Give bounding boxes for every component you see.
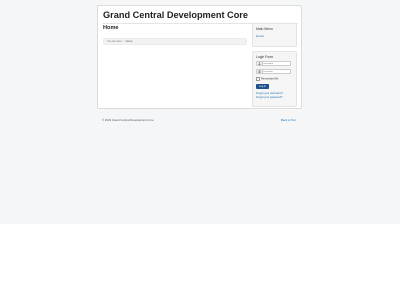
username-field[interactable] xyxy=(256,61,291,66)
password-field[interactable] xyxy=(256,69,291,74)
footer-copyright: © 2023 Grand Central Development Core xyxy=(102,118,154,122)
site-title[interactable]: Grand Central Development Core xyxy=(103,10,248,20)
remember-me[interactable]: Remember Me xyxy=(256,77,278,81)
breadcrumb-current: Home xyxy=(125,40,133,43)
login-form-title: Login Form xyxy=(256,55,274,59)
main-menu-module: Main Menu Home xyxy=(252,23,297,47)
remember-me-checkbox[interactable] xyxy=(256,77,260,81)
breadcrumb: You are here: Home xyxy=(103,38,247,45)
back-to-top-link[interactable]: Back to Top xyxy=(281,118,296,122)
username-input[interactable] xyxy=(263,62,290,65)
page-title: Home xyxy=(103,25,119,31)
remember-me-label: Remember Me xyxy=(261,77,279,81)
login-button[interactable]: Log in xyxy=(256,84,269,89)
breadcrumb-prefix: You are here: xyxy=(107,40,123,43)
main-menu-title: Main Menu xyxy=(256,27,273,31)
login-form-module: Login Form Remember Me Log in xyxy=(252,51,297,107)
menu-item-home[interactable]: Home xyxy=(256,34,264,38)
forgot-password-link[interactable]: Forgot your password? xyxy=(256,96,283,99)
body-wrapper: Grand Central Development Core Home You … xyxy=(97,5,302,109)
forgot-username-link[interactable]: Forgot your username? xyxy=(256,92,283,95)
password-input[interactable] xyxy=(263,70,290,73)
